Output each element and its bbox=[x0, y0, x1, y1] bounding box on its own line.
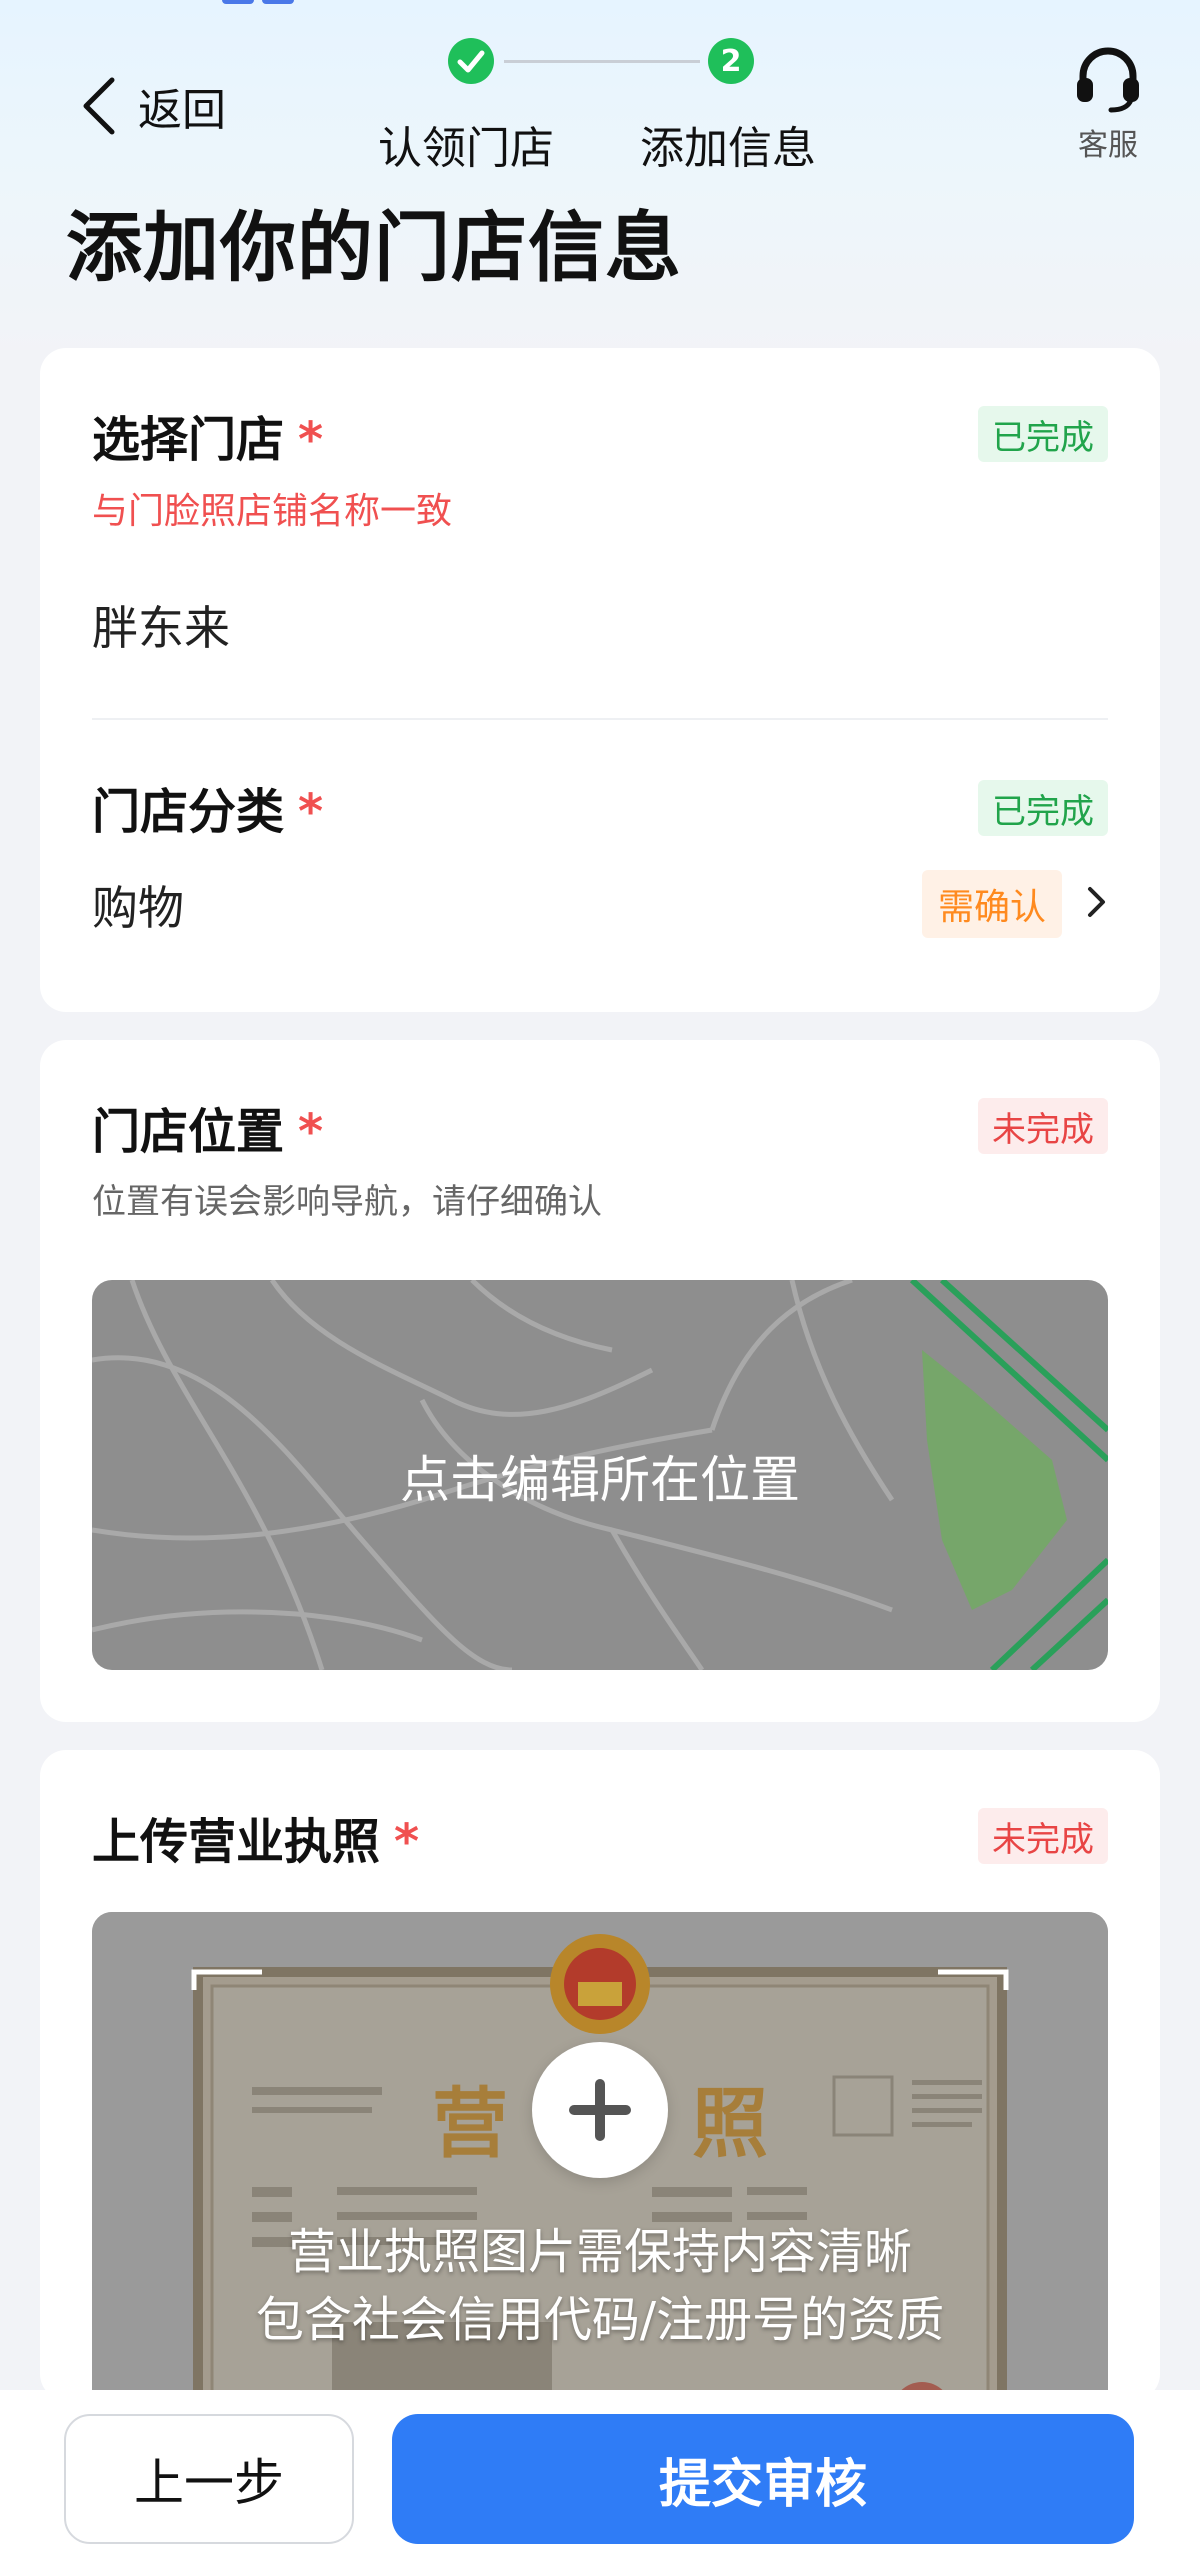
page: 返回 2 认领门店 添加信息 客服 添加你的门店信息 选择门店 * 已完成 与门脸… bbox=[0, 0, 1200, 2572]
store-location-card: 门店位置 * 未完成 位置有误会影响导航，请仔细确认 点击编辑所在位置 bbox=[40, 1040, 1160, 1722]
customer-service-label: 客服 bbox=[1078, 128, 1138, 163]
license-note-line2: 包含社会信用代码/注册号的资质 bbox=[255, 2292, 945, 2348]
step-1-label: 认领门店 bbox=[378, 123, 554, 174]
previous-step-button[interactable]: 上一步 bbox=[64, 2414, 354, 2544]
license-sample-title-left: 营 bbox=[432, 2079, 508, 2168]
divider bbox=[92, 718, 1108, 720]
status-icon bbox=[222, 0, 254, 4]
category-confirm-button[interactable]: 需确认 bbox=[921, 868, 1108, 940]
store-info-card: 选择门店 * 已完成 与门脸照店铺名称一致 胖东来 门店分类 * 已完成 购物 需确… bbox=[40, 348, 1160, 1012]
business-license-title: 上传营业执照 * bbox=[92, 1814, 420, 1870]
store-location-title: 门店位置 * bbox=[92, 1104, 324, 1160]
submit-review-button[interactable]: 提交审核 bbox=[392, 2414, 1134, 2544]
step-2-indicator: 2 bbox=[708, 38, 754, 84]
step-connector bbox=[504, 60, 700, 63]
required-mark: * bbox=[298, 784, 324, 840]
back-label: 返回 bbox=[138, 85, 226, 136]
status-icon bbox=[262, 0, 294, 4]
required-mark: * bbox=[298, 1104, 324, 1160]
store-name-value[interactable]: 胖东来 bbox=[92, 592, 230, 658]
step-1-check-icon bbox=[448, 38, 494, 84]
plus-icon bbox=[569, 2079, 631, 2141]
license-upload-area[interactable]: 营 照 营业执照图片需保持内容清晰 包含社会信用代码/注册号的资质 bbox=[92, 1912, 1108, 2400]
store-category-title: 门店分类 * bbox=[92, 784, 324, 840]
chevron-left-icon bbox=[83, 77, 115, 135]
required-mark: * bbox=[298, 412, 324, 468]
bottom-action-bar: 上一步 提交审核 bbox=[0, 2390, 1200, 2572]
license-sample-title-right: 照 bbox=[692, 2079, 768, 2168]
map-edit-label: 点击编辑所在位置 bbox=[400, 1451, 800, 1509]
status-bar bbox=[0, 0, 1200, 8]
status-badge: 未完成 bbox=[978, 1098, 1108, 1154]
status-badge: 未完成 bbox=[978, 1808, 1108, 1864]
status-badge: 已完成 bbox=[978, 406, 1108, 462]
progress-stepper: 2 认领门店 添加信息 bbox=[378, 38, 838, 178]
store-location-hint: 位置有误会影响导航，请仔细确认 bbox=[92, 1182, 602, 1222]
store-select-title: 选择门店 * bbox=[92, 412, 324, 468]
needs-confirm-tag: 需确认 bbox=[921, 870, 1062, 938]
step-2-label: 添加信息 bbox=[640, 123, 816, 174]
customer-service-button[interactable]: 客服 bbox=[1058, 42, 1158, 172]
back-button[interactable]: 返回 bbox=[78, 66, 226, 146]
page-title: 添加你的门店信息 bbox=[66, 203, 682, 292]
license-note-line1: 营业执照图片需保持内容清晰 bbox=[287, 2224, 912, 2280]
store-select-hint: 与门脸照店铺名称一致 bbox=[92, 491, 453, 532]
headset-icon bbox=[1077, 47, 1139, 113]
add-photo-button[interactable] bbox=[532, 2042, 668, 2178]
required-mark: * bbox=[394, 1814, 420, 1870]
map-edit-area[interactable]: 点击编辑所在位置 bbox=[92, 1280, 1108, 1670]
status-badge: 已完成 bbox=[978, 780, 1108, 836]
store-category-value: 购物 bbox=[92, 881, 184, 935]
chevron-right-icon bbox=[1086, 885, 1108, 923]
business-license-card: 上传营业执照 * 未完成 营 照 营业执照图片需保持内容清晰 包含社会信用代码/… bbox=[40, 1750, 1160, 2400]
